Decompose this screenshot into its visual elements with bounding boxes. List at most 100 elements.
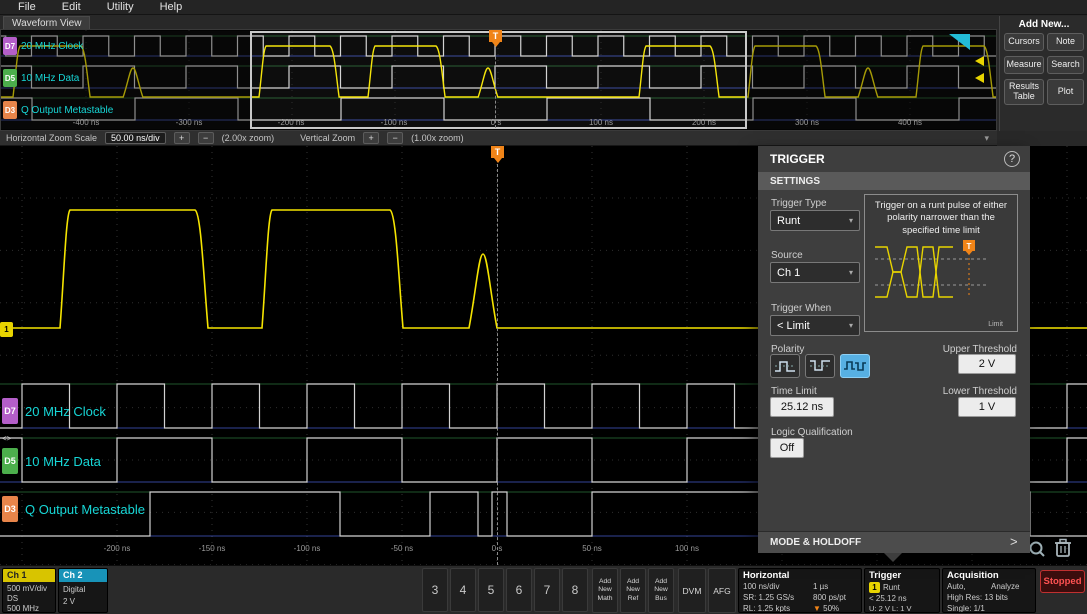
- source-dropdown[interactable]: Ch 1 ▾: [770, 262, 860, 283]
- acquisition-analyze: Analyze: [991, 582, 1020, 591]
- add-cursors-button[interactable]: Cursors: [1004, 33, 1044, 51]
- add-new-ref-button[interactable]: Add New Ref: [620, 568, 646, 613]
- upper-threshold-marker-icon[interactable]: [975, 56, 984, 66]
- ch8-button[interactable]: 8: [562, 568, 588, 612]
- ch3-button[interactable]: 3: [422, 568, 448, 612]
- search-zoom-icon[interactable]: [1028, 540, 1046, 561]
- runt-diagram: T: [875, 240, 989, 298]
- h-zoom-scale-value[interactable]: 50.00 ns/div: [105, 132, 166, 144]
- menu-help[interactable]: Help: [160, 1, 183, 13]
- tab-waveform-view[interactable]: Waveform View: [3, 16, 91, 29]
- trigger-panel-pointer: [884, 553, 902, 562]
- positive-runt-icon: [775, 361, 795, 372]
- main-d7-badge[interactable]: D7: [2, 398, 18, 424]
- v-zoom-factor: (1.00x zoom): [411, 133, 464, 143]
- trigger-description-box: Trigger on a runt pulse of either polari…: [864, 194, 1018, 332]
- time-label: -300 ns: [175, 118, 203, 127]
- lower-threshold-field[interactable]: 1 V: [958, 397, 1016, 417]
- upper-threshold-field[interactable]: 2 V: [958, 354, 1016, 374]
- trigger-settings-panel: TRIGGER ? SETTINGS Trigger Type Runt ▾ Tr…: [758, 146, 1030, 553]
- collapse-chevron-icon[interactable]: ▾: [984, 133, 989, 144]
- mode-holdoff-section-header[interactable]: MODE & HOLDOFF: [758, 531, 1030, 553]
- polarity-negative-button[interactable]: [805, 354, 835, 378]
- digital-handle-icon[interactable]: <>: [2, 434, 11, 443]
- time-label: -50 ns: [390, 544, 414, 553]
- overview-d7-badge[interactable]: D7: [3, 37, 17, 55]
- horizontal-status-tile[interactable]: Horizontal 100 ns/div 1 µs SR: 1.25 GS/s…: [738, 568, 862, 613]
- add-note-button[interactable]: Note: [1047, 33, 1084, 51]
- add-new-math-button[interactable]: Add New Math: [592, 568, 618, 613]
- overview-d3-badge[interactable]: D3: [3, 101, 17, 119]
- add-search-button[interactable]: Search: [1047, 56, 1084, 74]
- time-label: 200 ns: [691, 118, 717, 127]
- record-length: RL: 1.25 kpts: [743, 604, 791, 613]
- trigger-when-value: < Limit: [777, 319, 810, 332]
- menu-file[interactable]: File: [18, 1, 36, 13]
- add-new-bus-button[interactable]: Add New Bus: [648, 568, 674, 613]
- time-label: -100 ns: [293, 544, 321, 553]
- h-zoom-plus-button[interactable]: +: [173, 132, 190, 144]
- resolution: 800 ps/pt: [813, 593, 846, 602]
- trigger-status-tile[interactable]: Trigger 1 Runt < 25.12 ns U: 2 V L: 1 V: [864, 568, 940, 613]
- time-label: 0 s: [490, 118, 502, 127]
- acquisition-mode: Auto,: [947, 582, 966, 591]
- ch1-coupling: DS: [7, 594, 19, 603]
- main-trigger-flag-icon[interactable]: T: [491, 146, 504, 163]
- overview-d5-badge[interactable]: D5: [3, 69, 17, 87]
- afg-button[interactable]: AFG: [708, 568, 736, 613]
- time-limit-field[interactable]: 25.12 ns: [770, 397, 834, 417]
- trigger-description-text: Trigger on a runt pulse of either polari…: [874, 200, 1008, 236]
- polarity-positive-button[interactable]: [770, 354, 800, 378]
- ch1-source-icon: 1: [869, 582, 880, 593]
- negative-runt-icon: [810, 360, 830, 371]
- acquisition-status-tile[interactable]: Acquisition Auto, Analyze High Res: 13 b…: [942, 568, 1036, 613]
- add-plot-button[interactable]: Plot: [1047, 79, 1084, 105]
- either-runt-icon: [844, 361, 866, 371]
- trash-icon[interactable]: [1052, 536, 1074, 561]
- ch2-badge[interactable]: Ch 2 Digital 2 V: [58, 568, 108, 613]
- lower-threshold-marker-icon[interactable]: [975, 73, 984, 83]
- time-label: -400 ns: [72, 118, 100, 127]
- ch7-button[interactable]: 7: [534, 568, 560, 612]
- position-marker-icon: ▼: [813, 604, 821, 613]
- trigger-type-dropdown[interactable]: Runt ▾: [770, 210, 860, 231]
- time-label: -200 ns: [103, 544, 131, 553]
- h-zoom-minus-button[interactable]: −: [197, 132, 214, 144]
- add-new-title: Add New...: [1018, 19, 1070, 30]
- chevron-down-icon: ▾: [848, 321, 853, 330]
- time-label: -150 ns: [198, 544, 226, 553]
- ch5-button[interactable]: 5: [478, 568, 504, 612]
- logic-qualification-toggle[interactable]: Off: [770, 438, 804, 458]
- acquisition-single: Single: 1/1: [947, 604, 985, 613]
- main-d5-badge[interactable]: D5: [2, 448, 18, 474]
- overview-trigger-flag-icon[interactable]: T: [489, 30, 502, 47]
- horizontal-title: Horizontal: [743, 570, 790, 581]
- trigger-type-value: Runt: [777, 214, 801, 227]
- h-zoom-scale-label: Horizontal Zoom Scale: [6, 133, 98, 143]
- v-zoom-minus-button[interactable]: −: [387, 132, 404, 144]
- v-zoom-label: Vertical Zoom: [300, 133, 356, 143]
- expand-chevron-icon[interactable]: >: [1010, 534, 1018, 549]
- ch2-name: Ch 2: [59, 569, 107, 582]
- ch4-button[interactable]: 4: [450, 568, 476, 612]
- horizontal-window: 1 µs: [813, 582, 829, 591]
- lower-threshold-label: Lower Threshold: [942, 386, 1017, 397]
- ch6-button[interactable]: 6: [506, 568, 532, 612]
- run-state-button[interactable]: Stopped: [1040, 570, 1085, 593]
- chevron-down-icon: ▾: [848, 216, 853, 225]
- add-measure-button[interactable]: Measure: [1004, 56, 1044, 74]
- add-results-table-button[interactable]: Results Table: [1004, 79, 1044, 105]
- dvm-button[interactable]: DVM: [678, 568, 706, 613]
- v-zoom-plus-button[interactable]: +: [363, 132, 380, 144]
- main-trigger-line: [497, 159, 498, 565]
- menu-edit[interactable]: Edit: [62, 1, 81, 13]
- ch1-badge[interactable]: Ch 1 500 mV/div DS 500 MHz: [2, 568, 56, 613]
- source-value: Ch 1: [777, 266, 801, 279]
- polarity-either-button[interactable]: [840, 354, 870, 378]
- ch1-level-marker[interactable]: 1: [0, 322, 13, 337]
- waveform-overview[interactable]: T D7 D5 D3 20 MHz Clock 10 MHz Data Q Ou…: [0, 29, 997, 131]
- help-icon[interactable]: ?: [1004, 151, 1020, 167]
- main-d3-badge[interactable]: D3: [2, 496, 18, 522]
- menu-utility[interactable]: Utility: [107, 1, 134, 13]
- trigger-when-dropdown[interactable]: < Limit ▾: [770, 315, 860, 336]
